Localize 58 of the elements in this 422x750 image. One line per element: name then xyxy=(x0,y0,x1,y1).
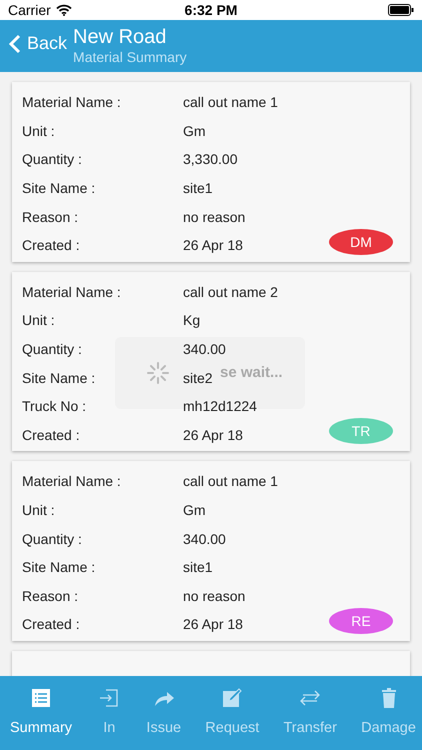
field-label: Site Name : xyxy=(22,180,96,196)
field-value: call out name 2 xyxy=(183,284,278,300)
field-value: Gm xyxy=(183,502,206,518)
field-value: site1 xyxy=(183,559,213,576)
tab-item[interactable]: Request xyxy=(199,676,266,750)
tab-item[interactable]: Transfer xyxy=(277,676,343,750)
field-label: Created : xyxy=(22,237,80,254)
tab-item[interactable]: Issue xyxy=(140,676,188,750)
tab-item[interactable]: Summary xyxy=(4,676,78,750)
carrier-name: Carrier xyxy=(8,2,51,18)
field-value: 26 Apr 18 xyxy=(183,237,243,254)
field-label: Quantity : xyxy=(22,341,82,358)
field-label: Created : xyxy=(22,426,80,443)
status-time: 6:32 PM xyxy=(184,2,238,18)
field-value: no reason xyxy=(183,588,246,604)
page-title: New Road xyxy=(73,25,168,49)
chevron-left-icon xyxy=(9,34,21,54)
field-label: Material Name : xyxy=(22,284,121,300)
field-label: Unit : xyxy=(22,312,55,328)
tab-item[interactable]: In xyxy=(90,676,128,750)
field-value: 340.00 xyxy=(183,530,226,547)
field-label: Reason : xyxy=(22,588,78,604)
field-value: site1 xyxy=(183,180,213,196)
field-label: Site Name : xyxy=(22,370,96,386)
field-value: 3,330.00 xyxy=(183,151,238,168)
field-label: Reason : xyxy=(22,208,78,225)
field-value: 26 Apr 18 xyxy=(183,426,243,443)
field-value: Kg xyxy=(183,312,200,328)
field-value: 26 Apr 18 xyxy=(183,616,243,632)
field-label: Unit : xyxy=(22,122,55,139)
field-value: call out name 1 xyxy=(183,94,278,110)
loading-text: se wait... xyxy=(220,364,283,381)
field-value: site2 xyxy=(183,370,213,386)
type-badge: TR xyxy=(329,418,393,444)
field-value: Gm xyxy=(183,122,206,139)
back-button[interactable]: Back xyxy=(0,25,68,54)
battery-icon xyxy=(388,4,414,16)
field-value: mh12d1224 xyxy=(183,398,257,414)
field-label: Material Name : xyxy=(22,94,121,110)
field-value: no reason xyxy=(183,208,246,225)
field-value: 340.00 xyxy=(183,341,226,358)
spinner-icon xyxy=(146,361,170,385)
field-label: Site Name : xyxy=(22,559,96,576)
wifi-icon xyxy=(56,4,72,16)
page-subtitle: Material Summary xyxy=(73,49,187,65)
field-value: call out name 1 xyxy=(183,473,278,490)
field-label: Material Name : xyxy=(22,473,121,490)
field-label: Truck No : xyxy=(22,398,86,414)
material-card[interactable]: Material Name : call out name 1 Unit : Gm Quantity : 340.00 Site Name : site1 Reason : no reason Created : 26 Apr 18 RE xyxy=(12,461,410,641)
material-card[interactable]: Material Name : call out name 1 Unit : Gm Quantity : 3,330.00 Site Name : site1 Reason : no reason Created : 26 Apr 18 DM xyxy=(12,82,410,262)
field-label: Quantity : xyxy=(22,151,82,168)
type-badge: DM xyxy=(329,228,393,255)
field-label: Unit : xyxy=(22,502,55,518)
tab-item[interactable]: Damage xyxy=(355,676,422,750)
type-badge: RE xyxy=(329,608,393,634)
material-card[interactable] xyxy=(12,650,410,676)
field-label: Created : xyxy=(22,616,80,632)
field-label: Quantity : xyxy=(22,530,82,547)
